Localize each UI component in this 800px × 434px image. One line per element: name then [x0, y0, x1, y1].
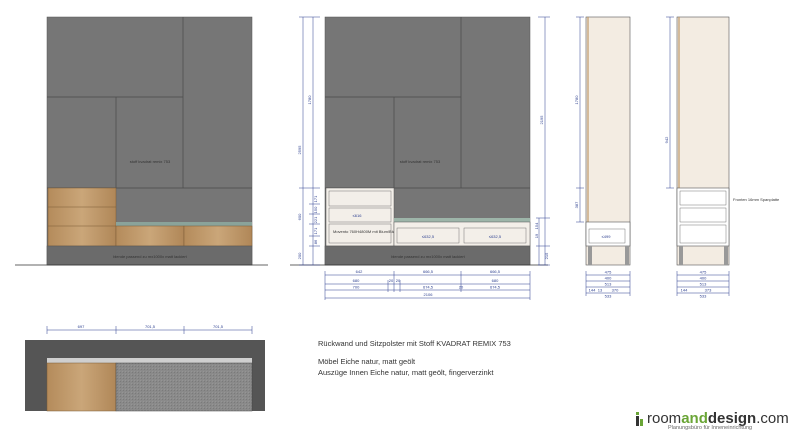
mid-fabric-label: stoff kvadrat remix 753 [400, 159, 441, 164]
note-line-2: Möbel Eiche natur, matt geölt [318, 357, 416, 366]
mid-inner-width-2: ≤632,5 [422, 234, 435, 239]
section-one-dim-height: 1780 [574, 95, 579, 105]
plan-oak-section [46, 362, 117, 412]
section-one-dim-3: 513 [605, 282, 612, 287]
note-line-3: Auszüge Innen Eiche natur, matt geölt, f… [318, 368, 494, 377]
dim-row3-b: 674,5 [423, 285, 434, 290]
section-one: ≤499 [585, 16, 631, 266]
section-one-dim-lower: 387 [574, 201, 579, 208]
section-one-dim-6: 370 [612, 288, 619, 293]
section-two-dim-2: 400 [700, 276, 707, 281]
section-one-dim-2: 400 [605, 276, 612, 281]
dim-mid-stack-4: 221 [313, 216, 318, 223]
dim-row2-c: 20 [396, 278, 401, 283]
left-base-label: blende passend zu mx1000x matt lackiert [113, 254, 187, 259]
dim-mid-stack-2: 171 [313, 195, 318, 202]
section-two-dim-height: 942 [664, 136, 669, 143]
dim-row3-a: 700 [353, 285, 360, 290]
section-one-inner-label: ≤499 [602, 234, 612, 239]
mid-base-label: blende passend zu mx1000x matt lackiert [391, 254, 465, 259]
section-two-dim-1: 475 [700, 270, 707, 275]
mid-inner-width-3: ≤632,5 [489, 234, 502, 239]
section-one-dim-1: 475 [605, 270, 612, 275]
dim-row3-d: 674,5 [490, 285, 501, 290]
dim-total-width: 2106 [424, 292, 434, 297]
dim-row1-b: 666,5 [423, 269, 434, 274]
section-two-dim-5: 373 [705, 288, 712, 293]
section-one-dim-7: 533 [605, 294, 612, 299]
dim-row1-c: 666,5 [490, 269, 501, 274]
dim-mid-stack-5: 171 [313, 227, 318, 234]
section-one-dim-4: 144 [589, 288, 596, 293]
dim-mid-stack-1: 600 [297, 213, 302, 220]
dim-row3-c: 20 [459, 285, 464, 290]
left-oak-drawer-block [47, 187, 117, 247]
dim-mid-right-small-2: 19 [534, 233, 539, 238]
dim-mid-right-small-3: 215 [544, 252, 549, 259]
section-two-dim-6: 533 [700, 294, 707, 299]
plan-dim-3: 701,5 [213, 324, 224, 329]
dim-mid-upper: 1780 [307, 95, 312, 105]
dim-mid-stack-7: 200 [297, 252, 302, 259]
mid-inner-width-1: ≤616 [353, 213, 363, 218]
dim-row1-a: 642 [356, 269, 363, 274]
left-oak-drawer-mid [115, 225, 185, 247]
dim-mid-right-small-1: 154 [534, 222, 539, 229]
dim-row2-b: 20 [389, 278, 394, 283]
section-two-front-label: Fronten 16mm Spanplatte [733, 197, 780, 202]
section-two-dim-4: 144 [681, 288, 688, 293]
plan-dim-1: 697 [78, 324, 85, 329]
note-line-1: Rückwand und Sitzpolster mit Stoff KVADR… [318, 339, 511, 348]
logo-com: .com [756, 410, 789, 427]
dim-mid-right-height: 2195 [539, 115, 544, 125]
dim-mid-total-height: 2595 [297, 145, 302, 155]
logo-tagline: Planungsbüro für Inneneinrichtung [668, 425, 753, 431]
plan-view [25, 340, 265, 412]
mid-open-drawer-row [393, 221, 531, 247]
left-elevation: stoff kvadrat remix 753 blende passend z… [46, 16, 253, 266]
dim-row2-a: 680 [353, 278, 360, 283]
section-one-dim-5: 13 [598, 288, 603, 293]
middle-elevation: stoff kvadrat remix 753 ≤616 Movento 760… [324, 16, 531, 266]
plan-fabric-section [115, 362, 253, 412]
left-fabric-label: stoff kvadrat remix 753 [130, 159, 171, 164]
section-two-dim-3: 513 [700, 282, 707, 287]
brand-mark-icon [636, 412, 643, 426]
left-oak-drawer-right [183, 225, 253, 247]
dim-row2-d: 680 [492, 278, 499, 283]
dim-mid-stack-3: 150 [313, 206, 318, 213]
dim-mid-stack-6: 86 [313, 239, 318, 244]
plan-dim-2: 701,5 [145, 324, 156, 329]
section-two [676, 16, 730, 266]
